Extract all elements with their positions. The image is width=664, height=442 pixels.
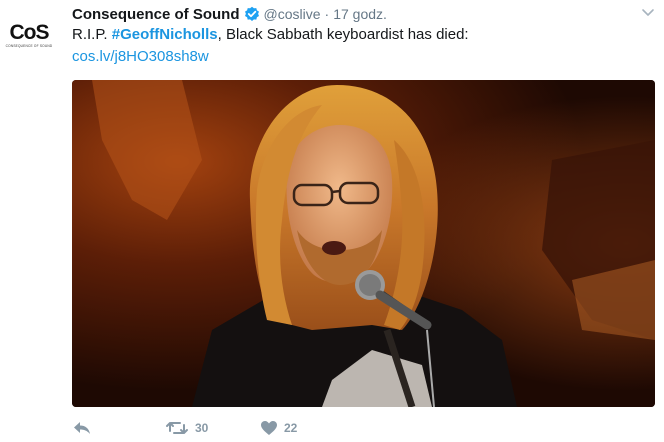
tweet-text-prefix: R.I.P. — [72, 26, 112, 43]
reply-button[interactable] — [72, 420, 92, 436]
heart-icon — [260, 420, 278, 436]
tweet-photo[interactable] — [72, 80, 655, 407]
photo-image — [72, 80, 655, 407]
avatar-subtext: CONSEQUENCE OF SOUND — [5, 43, 53, 48]
tweet-link[interactable]: cos.lv/j8HO308sh8w — [72, 46, 209, 68]
like-count: 22 — [284, 421, 298, 435]
account-name[interactable]: Consequence of Sound — [72, 6, 240, 23]
verified-badge-icon — [244, 6, 260, 22]
action-bar: 30 22 — [72, 420, 472, 442]
avatar-logo: CoS — [9, 20, 50, 44]
account-handle[interactable]: @coslive — [264, 6, 321, 22]
chevron-down-icon[interactable] — [640, 4, 656, 20]
separator-dot: · — [324, 6, 330, 22]
tweet-text: R.I.P. #GeoffNicholls, Black Sabbath key… — [72, 24, 469, 46]
timestamp[interactable]: 17 godz. — [333, 6, 387, 22]
avatar[interactable]: CoS CONSEQUENCE OF SOUND — [6, 20, 52, 50]
hashtag-link[interactable]: #GeoffNicholls — [112, 26, 218, 43]
reply-icon — [72, 420, 92, 436]
tweet-header: Consequence of Sound @coslive · 17 godz. — [72, 4, 387, 24]
retweet-button[interactable]: 30 — [165, 420, 208, 436]
retweet-icon — [165, 420, 189, 436]
tweet[interactable]: CoS CONSEQUENCE OF SOUND Consequence of … — [0, 0, 664, 442]
tweet-text-suffix: , Black Sabbath keyboardist has died: — [217, 26, 469, 43]
retweet-count: 30 — [195, 421, 209, 435]
like-button[interactable]: 22 — [260, 420, 297, 436]
